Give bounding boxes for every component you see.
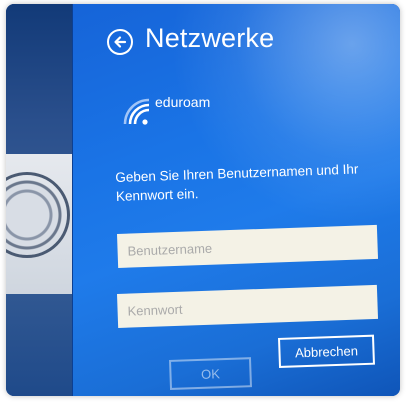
credentials-prompt: Geben Sie Ihren Benutzernamen und Ihr Ke… xyxy=(115,161,359,204)
page-title: Netzwerke xyxy=(145,23,275,53)
network-name: eduroam xyxy=(155,94,211,110)
ok-button[interactable]: OK xyxy=(169,357,252,390)
cancel-button[interactable]: Abbrechen xyxy=(278,334,375,368)
username-input[interactable] xyxy=(117,224,379,268)
back-arrow-icon xyxy=(114,36,127,48)
network-item-eduroam[interactable]: eduroam xyxy=(115,92,275,132)
screen-photo: Netzwerke eduroam Geben Sie Ihren Benutz… xyxy=(6,4,400,396)
desktop-background xyxy=(6,4,72,396)
password-input[interactable] xyxy=(117,284,379,328)
networks-charm-panel: Netzwerke eduroam Geben Sie Ihren Benutz… xyxy=(72,4,400,396)
back-button[interactable] xyxy=(107,29,133,55)
wifi-secured-icon xyxy=(123,98,150,125)
